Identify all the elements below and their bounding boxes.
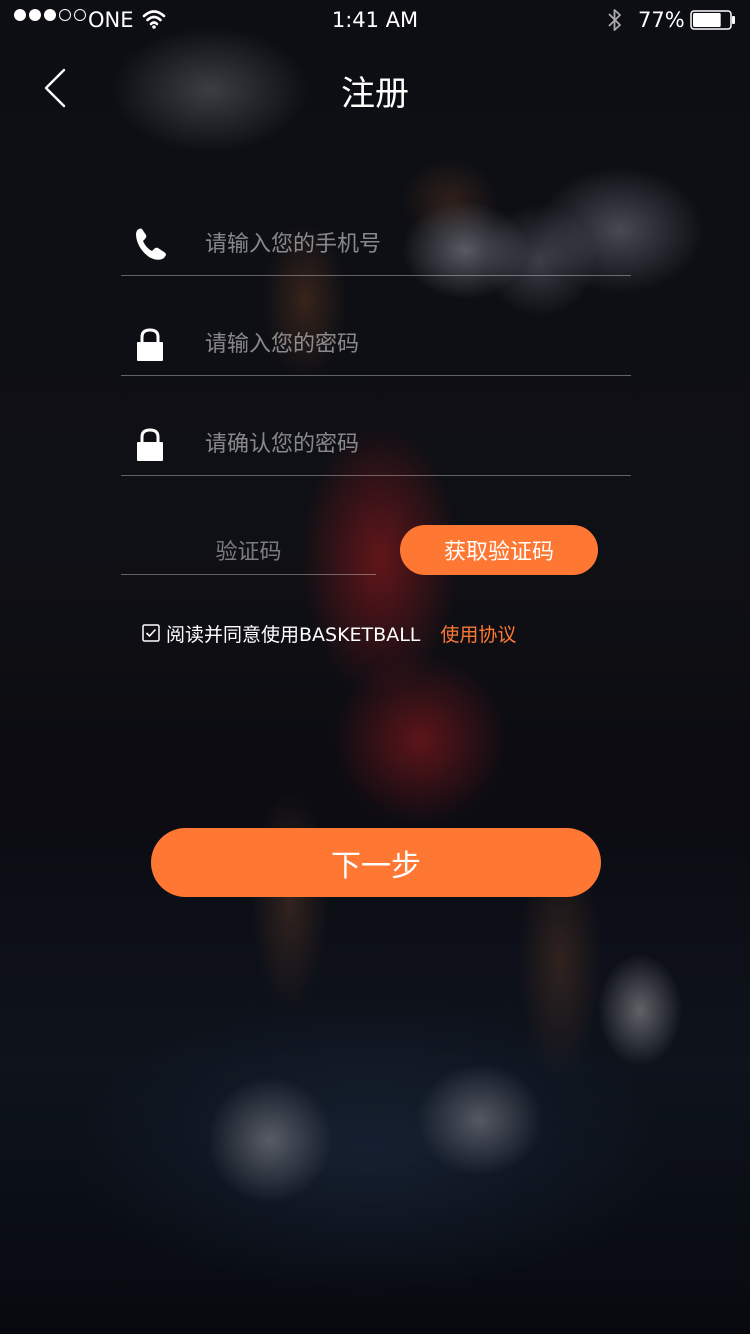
- agreement-text: 阅读并同意使用BASKETBALL: [166, 623, 421, 646]
- get-code-button[interactable]: 获取验证码: [400, 525, 598, 575]
- password-input[interactable]: [205, 324, 605, 364]
- verification-code-field[interactable]: [121, 520, 376, 575]
- password-field[interactable]: [121, 316, 631, 376]
- phone-field[interactable]: [121, 216, 631, 276]
- status-bar: ONE 1:41 AM 77%: [0, 0, 750, 40]
- page-title: 注册: [341, 74, 409, 114]
- phone-icon: [136, 228, 166, 260]
- checkbox-checked-icon[interactable]: [142, 624, 160, 642]
- phone-input[interactable]: [205, 224, 605, 264]
- confirm-password-field[interactable]: [121, 416, 631, 476]
- lock-icon: [137, 428, 163, 461]
- battery-percentage: 77%: [638, 8, 685, 32]
- terms-link[interactable]: 使用协议: [440, 620, 516, 647]
- lock-icon: [137, 328, 163, 361]
- battery-icon: [690, 10, 735, 30]
- confirm-password-input[interactable]: [205, 424, 605, 464]
- bluetooth-icon: [608, 9, 621, 31]
- next-step-button[interactable]: 下一步: [151, 828, 601, 897]
- verification-code-input[interactable]: [121, 532, 376, 572]
- agreement-row: 阅读并同意使用BASKETBALL 使用协议: [142, 620, 516, 646]
- background-photo: [0, 0, 750, 1334]
